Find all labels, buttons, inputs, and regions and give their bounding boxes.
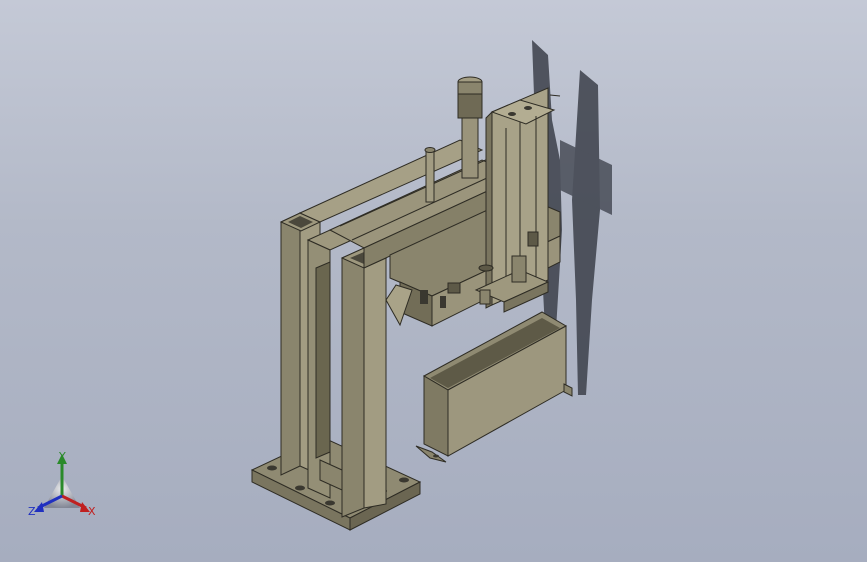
y-axis-label: Y: [59, 450, 66, 463]
z-axis-label: Z: [28, 505, 36, 518]
vertical-slide-unit[interactable]: [474, 87, 561, 313]
graphics-viewport[interactable]: Y X Z: [0, 0, 867, 562]
collection-bin[interactable]: [415, 311, 573, 463]
x-axis-label: X: [88, 505, 96, 518]
support-column-right[interactable]: [340, 247, 388, 518]
cad-model-scene[interactable]: [0, 0, 867, 562]
orientation-triad[interactable]: Y X Z: [22, 446, 106, 526]
